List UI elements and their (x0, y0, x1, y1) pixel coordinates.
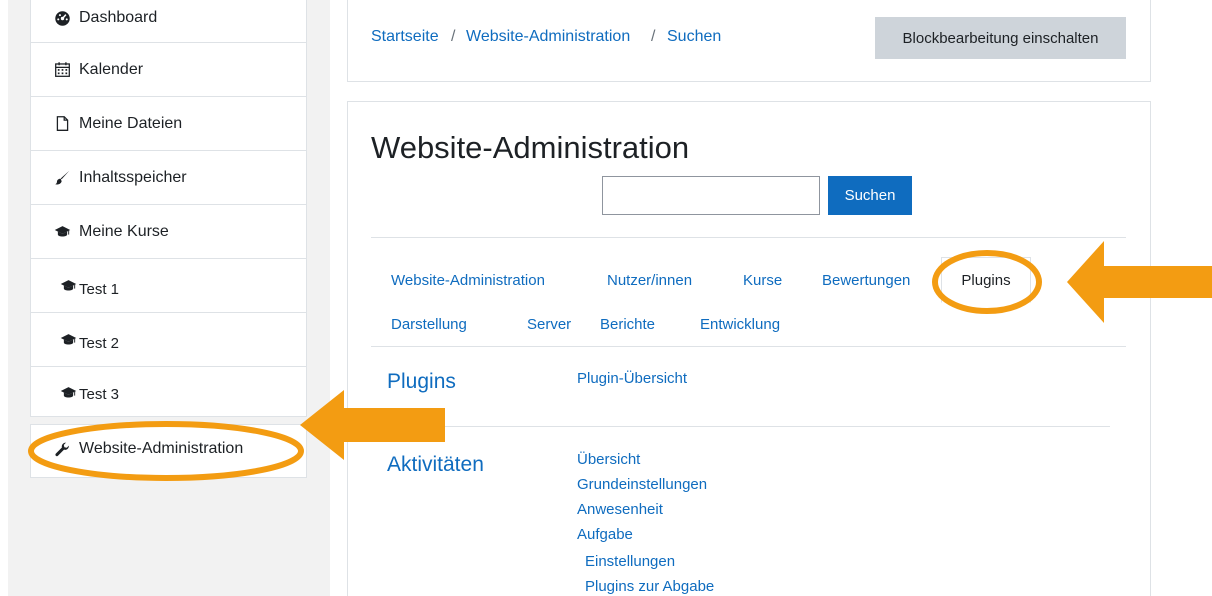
section-heading-plugins[interactable]: Plugins (387, 370, 456, 394)
section-heading-activities[interactable]: Aktivitäten (387, 453, 484, 477)
link-basic-settings[interactable]: Grundeinstellungen (577, 476, 707, 493)
graduation-cap-icon (58, 277, 78, 295)
sidebar-item-site-administration[interactable]: Website-Administration (31, 425, 306, 477)
sidebar-item-label: Test 3 (79, 386, 120, 403)
sidebar-item-course-test-1[interactable]: Test 1 (31, 258, 306, 312)
calendar-icon (52, 61, 72, 79)
sidebar-item-course-test-3[interactable]: Test 3 (31, 366, 306, 418)
sidebar-item-dashboard[interactable]: Dashboard (31, 0, 306, 42)
link-overview[interactable]: Übersicht (577, 451, 640, 468)
link-attendance[interactable]: Anwesenheit (577, 501, 663, 518)
sidebar-item-label: Inhaltsspeicher (79, 168, 187, 186)
sidebar-item-label: Test 1 (79, 281, 120, 298)
sidebar-item-label: Meine Kurse (79, 222, 169, 240)
tab-reports[interactable]: Berichte (600, 316, 655, 333)
breadcrumb-separator: / (451, 28, 456, 45)
tab-plugins-label: Plugins (961, 271, 1011, 289)
sidebar-item-course-test-2[interactable]: Test 2 (31, 312, 306, 366)
sidebar-item-content-bank[interactable]: Inhaltsspeicher (31, 150, 306, 204)
tab-development[interactable]: Entwicklung (700, 316, 780, 333)
sidebar-nav: Dashboard Kalender Meine Dateien Inhalts… (30, 0, 307, 417)
link-plugin-overview[interactable]: Plugin-Übersicht (577, 370, 687, 387)
tab-appearance[interactable]: Darstellung (391, 316, 467, 333)
graduation-cap-icon (58, 384, 78, 402)
graduation-cap-icon (58, 331, 78, 349)
admin-search-input[interactable] (602, 176, 820, 215)
breadcrumb-home[interactable]: Startseite (371, 28, 439, 46)
sidebar-item-calendar[interactable]: Kalender (31, 42, 306, 96)
divider (371, 237, 1126, 238)
graduation-cap-icon (52, 223, 72, 241)
tab-site-administration[interactable]: Website-Administration (391, 272, 545, 289)
sidebar-item-label: Website-Administration (79, 440, 244, 457)
sidebar-item-my-courses[interactable]: Meine Kurse (31, 204, 306, 258)
tab-grades[interactable]: Bewertungen (822, 272, 910, 289)
breadcrumb-site-administration[interactable]: Website-Administration (466, 28, 630, 46)
sidebar-admin-group: Website-Administration (30, 424, 307, 478)
tab-courses[interactable]: Kurse (743, 272, 782, 289)
tab-plugins[interactable]: Plugins (941, 257, 1031, 303)
sidebar-item-my-files[interactable]: Meine Dateien (31, 96, 306, 150)
breadcrumb-search[interactable]: Suchen (667, 28, 721, 46)
paintbrush-icon (52, 169, 72, 187)
link-assignment-settings[interactable]: Einstellungen (585, 553, 675, 570)
search-button[interactable]: Suchen (828, 176, 912, 215)
link-assignment[interactable]: Aufgabe (577, 526, 633, 543)
tab-users[interactable]: Nutzer/innen (607, 272, 692, 289)
edit-mode-button[interactable]: Blockbearbeitung einschalten (875, 17, 1126, 59)
section-divider (371, 426, 1110, 427)
page-title: Website-Administration (371, 130, 690, 165)
breadcrumb-separator: / (651, 28, 656, 45)
link-submission-plugins[interactable]: Plugins zur Abgabe (585, 578, 714, 595)
wrench-icon (52, 440, 72, 458)
tabs-divider (371, 346, 1126, 347)
sidebar-item-label: Meine Dateien (79, 114, 183, 132)
sidebar-item-label: Kalender (79, 60, 144, 78)
sidebar-item-label: Test 2 (79, 335, 120, 352)
sidebar-item-label: Dashboard (79, 9, 158, 26)
tab-server[interactable]: Server (527, 316, 571, 333)
file-icon (52, 115, 72, 133)
dashboard-icon (52, 9, 72, 27)
